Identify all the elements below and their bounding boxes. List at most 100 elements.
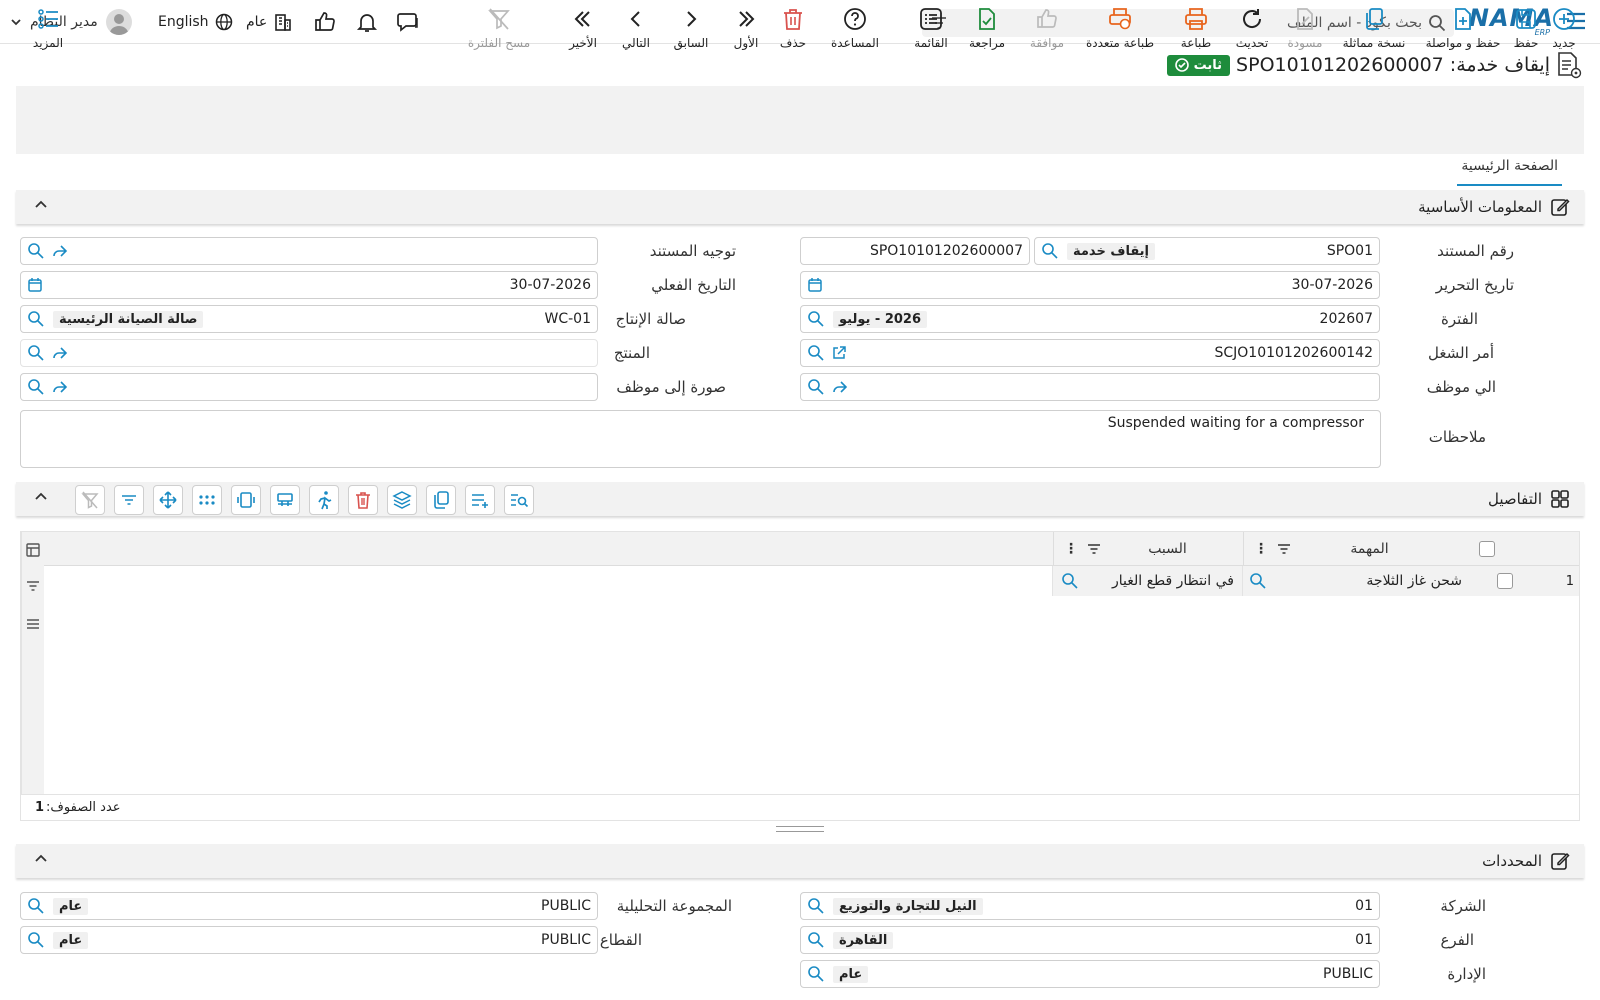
doc-direction-label: توجيه المستند <box>649 242 736 260</box>
details-title-wrap: التفاصيل <box>1488 489 1570 509</box>
lookup-search-icon[interactable] <box>27 378 45 396</box>
grid-filter-button[interactable] <box>114 485 144 515</box>
lookup-search-icon[interactable] <box>1041 242 1059 260</box>
review-button[interactable]: مراجعة <box>962 6 1012 64</box>
save-continue-button[interactable]: حفظ و مواصلة <box>1420 6 1506 64</box>
more-button[interactable]: المزيد <box>30 6 66 64</box>
clear-filter-button[interactable]: مسح الفلترة <box>466 6 532 64</box>
lookup-search-icon[interactable] <box>27 931 45 949</box>
sector-field[interactable]: PUBLIC عام <box>20 926 598 954</box>
column-header-reason[interactable]: السبب ⋮ <box>1053 532 1243 566</box>
to-employee-field[interactable] <box>800 373 1380 401</box>
doc-book-field[interactable]: SPO01 إيقاف خدمة <box>1034 237 1380 265</box>
row-reason-cell[interactable]: في انتظار قطع الغيار <box>1052 566 1242 596</box>
calendar-icon[interactable] <box>807 277 823 293</box>
lookup-search-icon[interactable] <box>27 897 45 915</box>
product-field[interactable] <box>20 339 598 367</box>
lookup-search-icon[interactable] <box>807 378 825 396</box>
menu-lines-icon[interactable] <box>25 616 41 636</box>
issue-date-field[interactable]: 30-07-2026 <box>800 271 1380 299</box>
department-field[interactable]: PUBLIC عام <box>800 960 1380 988</box>
lookup-search-icon[interactable] <box>807 897 825 915</box>
save-button[interactable]: حفظ <box>1504 6 1548 64</box>
notes-textarea[interactable]: Suspended waiting for a compressor <box>20 410 1381 468</box>
lookup-search-icon[interactable] <box>27 242 45 260</box>
cc-employee-field[interactable] <box>20 373 598 401</box>
list-button[interactable]: القائمة <box>908 6 954 64</box>
column-filter-icon[interactable] <box>1276 541 1292 557</box>
column-header-task[interactable]: المهمة ⋮ <box>1243 532 1457 566</box>
share-arrow-icon[interactable] <box>831 378 849 396</box>
period-field[interactable]: 202607 2026 - يوليو <box>800 305 1380 333</box>
lookup-search-icon[interactable] <box>807 310 825 328</box>
duplicate-button-label: نسخة مماثلة <box>1342 36 1406 50</box>
notifications-bell-icon[interactable] <box>355 10 379 38</box>
lookup-search-icon[interactable] <box>807 931 825 949</box>
issue-date-value: 30-07-2026 <box>1291 277 1373 293</box>
select-all-checkbox[interactable] <box>1479 541 1495 557</box>
doc-direction-field[interactable] <box>20 237 598 265</box>
refresh-button[interactable]: تحديث <box>1230 6 1274 64</box>
print-button[interactable]: طباعة <box>1174 6 1218 64</box>
analytic-group-field[interactable]: PUBLIC عام <box>20 892 598 920</box>
branch-field[interactable]: 01 القاهرة <box>800 926 1380 954</box>
last-button[interactable]: الأخير <box>564 6 602 64</box>
share-arrow-icon[interactable] <box>51 378 69 396</box>
columns-panel-icon[interactable] <box>25 542 41 562</box>
previous-button[interactable]: السابق <box>668 6 714 64</box>
grid-delete-button[interactable] <box>348 485 378 515</box>
user-menu[interactable]: مدير النظام <box>10 8 132 36</box>
grid-run-button[interactable] <box>309 485 339 515</box>
grid-add-row-button[interactable] <box>465 485 495 515</box>
messages-icon[interactable] <box>396 10 420 38</box>
lookup-search-icon[interactable] <box>1249 572 1267 590</box>
approve-button[interactable]: موافقة <box>1022 6 1072 64</box>
grid-layers-button[interactable] <box>387 485 417 515</box>
actual-date-field[interactable]: 30-07-2026 <box>20 271 598 299</box>
draft-button[interactable]: مسودة <box>1280 6 1330 64</box>
basic-info-section-header[interactable]: المعلومات الأساسية <box>16 190 1584 224</box>
grid-clear-filter-button[interactable] <box>75 485 105 515</box>
chevron-up-icon[interactable] <box>34 490 48 504</box>
lookup-search-icon[interactable] <box>27 344 45 362</box>
delete-button[interactable]: حذف <box>774 6 812 64</box>
grid-move-button[interactable] <box>153 485 183 515</box>
row-task-cell[interactable]: شحن غاز الثلاجة <box>1242 566 1468 596</box>
tab-main[interactable]: الصفحة الرئيسية <box>1457 158 1562 186</box>
next-button[interactable]: التالي <box>614 6 658 64</box>
filters-panel-icon[interactable] <box>25 578 41 598</box>
grid-table-settings-button[interactable] <box>270 485 300 515</box>
lookup-search-icon[interactable] <box>807 965 825 983</box>
first-button[interactable]: الأول <box>726 6 766 64</box>
grid-dots-button[interactable] <box>192 485 222 515</box>
chevron-up-icon[interactable] <box>34 852 48 866</box>
resize-splitter[interactable] <box>776 826 824 832</box>
column-filter-icon[interactable] <box>1086 541 1102 557</box>
dimensions-section-header[interactable]: المحددات <box>16 844 1584 878</box>
lookup-search-icon[interactable] <box>27 310 45 328</box>
company-selector[interactable]: عام <box>246 10 293 34</box>
chevron-up-icon[interactable] <box>34 198 48 212</box>
row-checkbox[interactable] <box>1497 573 1513 589</box>
calendar-icon[interactable] <box>27 277 43 293</box>
approvals-thumbs-up-icon[interactable] <box>313 10 337 38</box>
column-menu-icon[interactable]: ⋮ <box>1254 541 1268 557</box>
share-arrow-icon[interactable] <box>51 344 69 362</box>
share-arrow-icon[interactable] <box>51 242 69 260</box>
new-button[interactable]: جديد <box>1546 6 1582 64</box>
grid-copy-button[interactable] <box>426 485 456 515</box>
multi-print-button[interactable]: طباعة متعددة <box>1082 6 1158 64</box>
duplicate-button[interactable]: نسخة مماثلة <box>1332 6 1416 64</box>
language-switch[interactable]: English <box>158 10 233 34</box>
workcenter-field[interactable]: WC-01 صالة الصيانة الرئيسية <box>20 305 598 333</box>
external-link-icon[interactable] <box>831 344 847 362</box>
grid-search-button[interactable] <box>504 485 534 515</box>
company-field[interactable]: 01 النيل للتجارة والتوزيع <box>800 892 1380 920</box>
lookup-search-icon[interactable] <box>807 344 825 362</box>
grid-fit-button[interactable] <box>231 485 261 515</box>
column-menu-icon[interactable]: ⋮ <box>1064 541 1078 557</box>
job-order-field[interactable]: SCJO10101202600142 <box>800 339 1380 367</box>
doc-code-field[interactable]: SPO10101202600007 <box>800 237 1030 265</box>
lookup-search-icon[interactable] <box>1061 572 1079 590</box>
help-button[interactable]: المساعدة <box>820 6 890 64</box>
